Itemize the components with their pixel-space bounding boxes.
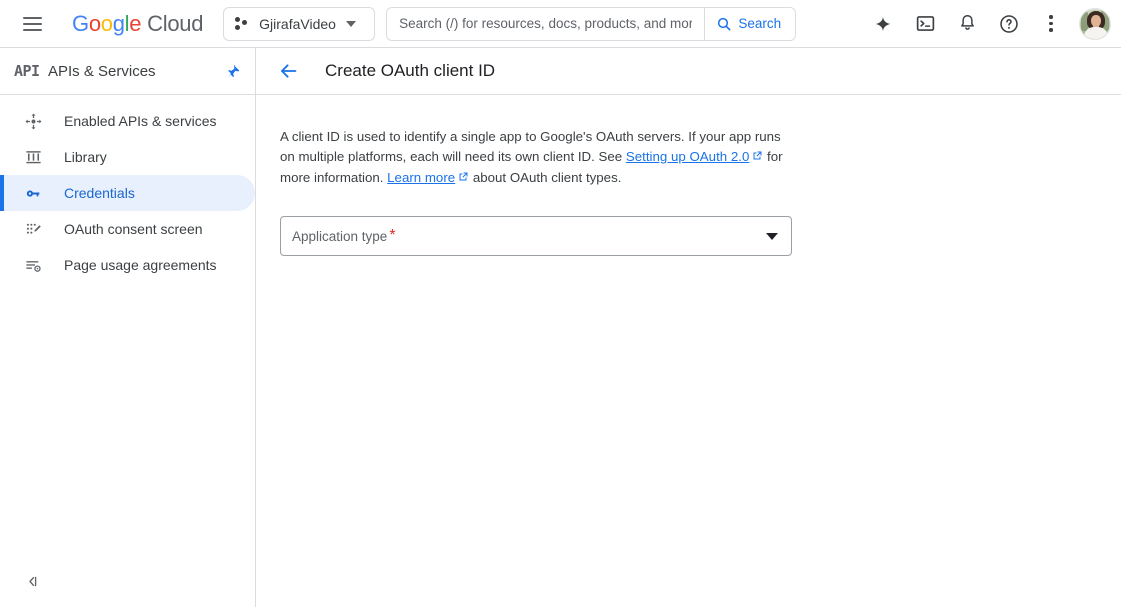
pin-icon[interactable] (225, 63, 241, 79)
search-button[interactable]: Search (704, 7, 796, 40)
description-paragraph: A client ID is used to identify a single… (280, 127, 796, 189)
collapse-panel-icon[interactable] (18, 567, 46, 595)
sidebar-item-enabled-apis[interactable]: Enabled APIs & services (0, 103, 255, 139)
search-icon (718, 17, 731, 30)
page-title: Create OAuth client ID (325, 61, 496, 80)
sidebar-item-oauth-consent-screen[interactable]: OAuth consent screen (0, 211, 255, 247)
hamburger-menu-icon[interactable] (8, 0, 56, 48)
top-app-bar: Go o g l e Cloud GjirafaVideo Search (0, 0, 1121, 48)
google-cloud-logo[interactable]: Go o g l e Cloud (72, 11, 203, 37)
content-area: A client ID is used to identify a single… (256, 95, 1121, 256)
dropdown-caret-icon[interactable] (766, 232, 778, 240)
more-vert-icon[interactable] (1031, 4, 1071, 44)
cloud-shell-terminal-icon[interactable] (905, 4, 945, 44)
external-link-icon (751, 148, 763, 168)
sidebar-item-credentials[interactable]: Credentials (0, 175, 255, 211)
external-link-icon (457, 169, 469, 189)
project-dots-icon (234, 16, 250, 32)
sidebar-title: APIs & Services (48, 62, 156, 80)
hamburger-line (22, 28, 42, 31)
page-usage-agreements-icon (22, 254, 44, 276)
user-avatar[interactable] (1079, 7, 1111, 40)
sidebar-nav: Enabled APIs & services Library Credenti… (0, 95, 255, 283)
hamburger-line (22, 22, 42, 25)
top-bar-icons (863, 4, 1121, 44)
sidebar-item-label: Credentials (64, 185, 135, 201)
learn-more-link[interactable]: Learn more (387, 170, 455, 185)
setting-up-oauth-link[interactable]: Setting up OAuth 2.0 (626, 149, 749, 164)
main-content: Create OAuth client ID A client ID is us… (256, 48, 1121, 607)
search-bar[interactable]: Search (386, 6, 797, 41)
key-icon (22, 182, 44, 204)
back-arrow-icon[interactable] (274, 56, 304, 86)
search-input[interactable] (387, 7, 705, 40)
application-type-label: Application type (292, 228, 388, 244)
project-name: GjirafaVideo (259, 15, 336, 32)
enabled-apis-icon (22, 110, 44, 132)
sidebar-item-page-usage-agreements[interactable]: Page usage agreements (0, 247, 255, 283)
sidebar-item-label: OAuth consent screen (64, 221, 203, 237)
gemini-sparkle-icon[interactable] (863, 4, 903, 44)
notifications-bell-icon[interactable] (947, 4, 987, 44)
required-asterisk: * (389, 227, 396, 244)
page-header: Create OAuth client ID (256, 48, 1121, 95)
application-type-select[interactable]: Application type * (280, 216, 792, 256)
logo-letter: G (72, 10, 89, 36)
project-selector[interactable]: GjirafaVideo (223, 6, 376, 41)
sidebar-item-label: Page usage agreements (64, 257, 217, 273)
page-body: API APIs & Services Enabled APIs & servi… (0, 48, 1121, 607)
chevron-down-icon (345, 20, 356, 27)
api-logo: API (14, 62, 40, 80)
sidebar: API APIs & Services Enabled APIs & servi… (0, 48, 256, 607)
library-icon (22, 146, 44, 168)
oauth-consent-icon (22, 218, 44, 240)
sidebar-item-library[interactable]: Library (0, 139, 255, 175)
logo-letter: e (129, 10, 142, 36)
hamburger-line (22, 16, 42, 19)
logo-letter: o (100, 10, 113, 36)
description-part-3: about OAuth client types. (469, 170, 622, 185)
sidebar-item-label: Library (64, 149, 107, 165)
search-button-label: Search (738, 16, 782, 31)
logo-cloud-word: Cloud (147, 10, 204, 36)
logo-letter: o (88, 10, 101, 36)
help-circle-icon[interactable] (989, 4, 1029, 44)
sidebar-item-label: Enabled APIs & services (64, 113, 217, 129)
logo-letter: g (112, 10, 125, 36)
sidebar-header: API APIs & Services (0, 48, 255, 95)
